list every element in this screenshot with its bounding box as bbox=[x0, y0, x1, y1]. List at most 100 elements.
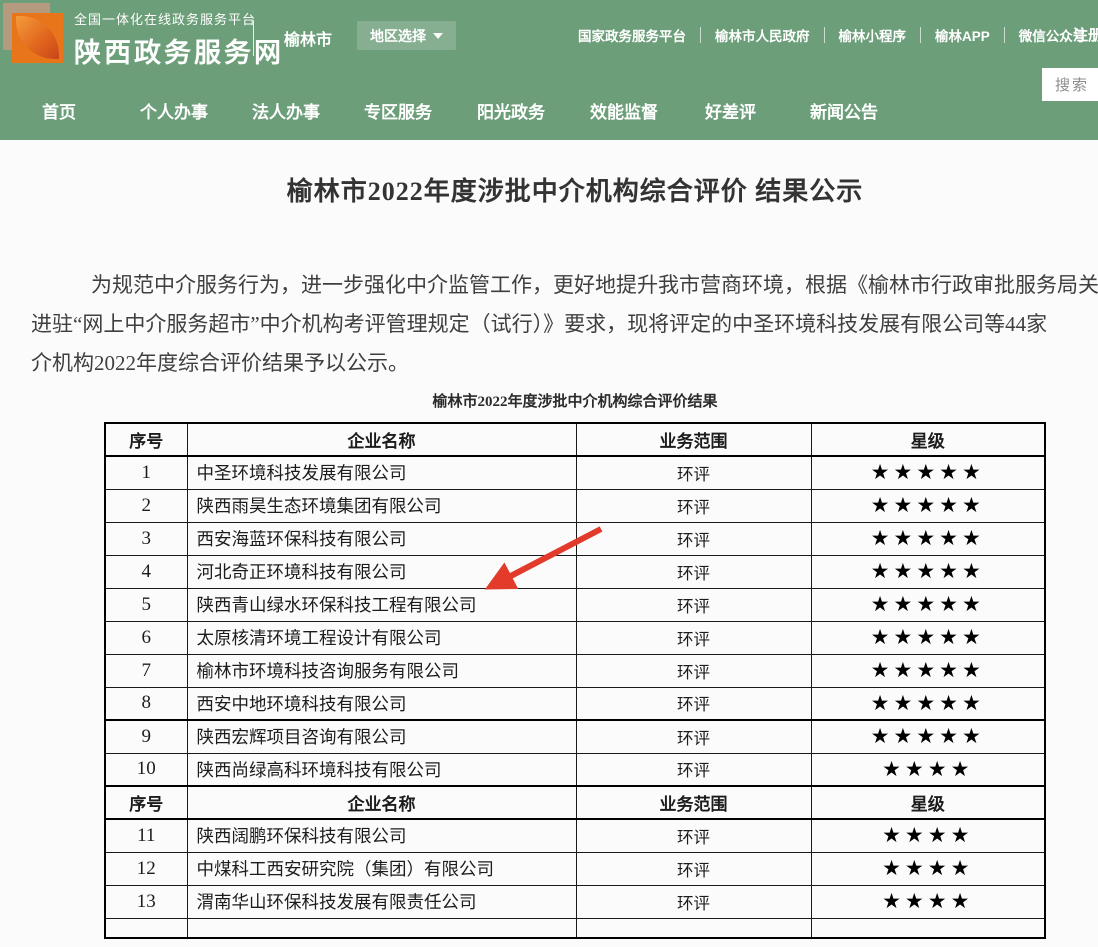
cell-no: 12 bbox=[105, 852, 187, 885]
col-header-name: 企业名称 bbox=[187, 786, 576, 819]
table-row: 6 太原核清环境工程设计有限公司 环评 ★★★★★ bbox=[105, 621, 1045, 654]
cell-company-name: 西安海蓝环保科技有限公司 bbox=[187, 522, 576, 555]
cell-scope bbox=[576, 918, 811, 938]
region-selector-label: 地区选择 bbox=[370, 26, 426, 46]
cell-no: 13 bbox=[105, 885, 187, 918]
nav-item-home[interactable]: 首页 bbox=[42, 98, 76, 123]
cell-star-rating: ★★★★★ bbox=[811, 687, 1045, 720]
evaluation-results-table: 序号 企业名称 业务范围 星级 1 中圣环境科技发展有限公司 环评 ★★★★★ … bbox=[104, 422, 1046, 939]
brand-divider bbox=[253, 20, 254, 56]
cell-scope: 环评 bbox=[576, 720, 811, 753]
col-header-scope: 业务范围 bbox=[576, 786, 811, 819]
cell-no: 1 bbox=[105, 456, 187, 489]
cell-company-name: 渭南华山环保科技发展有限责任公司 bbox=[187, 885, 576, 918]
page-title: 榆林市2022年度涉批中介机构综合评价 结果公示 bbox=[31, 174, 1098, 210]
region-selector-button[interactable]: 地区选择 bbox=[357, 21, 456, 50]
cell-company-name: 中煤科工西安研究院（集团）有限公司 bbox=[187, 852, 576, 885]
cell-star-rating: ★★★★★ bbox=[811, 588, 1045, 621]
col-header-scope: 业务范围 bbox=[576, 423, 811, 456]
cell-company-name: 陕西尚绿高科环境科技有限公司 bbox=[187, 753, 576, 786]
table-row: 13 渭南华山环保科技发展有限责任公司 环评 ★★★★ bbox=[105, 885, 1045, 918]
paragraph-line: 进驻“网上中介服务超市”中介机构考评管理规定（试行）》要求，现将评定的中圣环境科… bbox=[31, 305, 1098, 344]
nav-item-efficiency[interactable]: 效能监督 bbox=[590, 98, 658, 123]
nav-item-personal[interactable]: 个人办事 bbox=[140, 98, 208, 123]
cell-no bbox=[105, 918, 187, 938]
nav-item-news[interactable]: 新闻公告 bbox=[810, 98, 878, 123]
cell-company-name: 陕西雨昊生态环境集团有限公司 bbox=[187, 489, 576, 522]
search-button[interactable]: 搜索 bbox=[1042, 68, 1098, 101]
table-row: 7 榆林市环境科技咨询服务有限公司 环评 ★★★★★ bbox=[105, 654, 1045, 687]
cell-no: 8 bbox=[105, 687, 187, 720]
cell-no: 3 bbox=[105, 522, 187, 555]
table-row: 4 河北奇正环境科技有限公司 环评 ★★★★★ bbox=[105, 555, 1045, 588]
cell-scope: 环评 bbox=[576, 555, 811, 588]
paragraph-line: 介机构2022年度综合评价结果予以公示。 bbox=[31, 344, 1098, 383]
cell-company-name: 西安中地环境科技有限公司 bbox=[187, 687, 576, 720]
col-header-stars: 星级 bbox=[811, 786, 1045, 819]
chevron-down-icon bbox=[433, 33, 443, 39]
cell-no: 11 bbox=[105, 819, 187, 852]
cell-scope: 环评 bbox=[576, 885, 811, 918]
cell-no: 6 bbox=[105, 621, 187, 654]
link-separator bbox=[700, 27, 701, 43]
cell-company-name bbox=[187, 918, 576, 938]
table-row: 1 中圣环境科技发展有限公司 环评 ★★★★★ bbox=[105, 456, 1045, 489]
nav-item-special-zone[interactable]: 专区服务 bbox=[364, 98, 432, 123]
cell-star-rating: ★★★★ bbox=[811, 753, 1045, 786]
cell-no: 5 bbox=[105, 588, 187, 621]
announcement-document: 榆林市2022年度涉批中介机构综合评价 结果公示 为规范中介服务行为，进一步强化… bbox=[31, 174, 1098, 939]
cell-scope: 环评 bbox=[576, 456, 811, 489]
cell-star-rating: ★★★★ bbox=[811, 819, 1045, 852]
cell-star-rating: ★★★★★ bbox=[811, 621, 1045, 654]
cell-no: 9 bbox=[105, 720, 187, 753]
link-separator bbox=[824, 27, 825, 43]
nav-item-open-gov[interactable]: 阳光政务 bbox=[477, 98, 545, 123]
register-link[interactable]: 注册 bbox=[1073, 24, 1098, 45]
cell-scope: 环评 bbox=[576, 654, 811, 687]
nav-item-legal-person[interactable]: 法人办事 bbox=[252, 98, 320, 123]
cell-scope: 环评 bbox=[576, 687, 811, 720]
topbar: 全国一体化在线政务服务平台 陕西政务服务网 榆林市 地区选择 国家政务服务平台 … bbox=[0, 0, 1098, 80]
cell-star-rating: ★★★★ bbox=[811, 885, 1045, 918]
cell-star-rating: ★★★★★ bbox=[811, 720, 1045, 753]
table-header-row: 序号 企业名称 业务范围 星级 bbox=[105, 423, 1045, 456]
cell-star-rating: ★★★★ bbox=[811, 852, 1045, 885]
cell-scope: 环评 bbox=[576, 621, 811, 654]
cell-company-name: 陕西宏辉项目咨询有限公司 bbox=[187, 720, 576, 753]
table-row: 5 陕西青山绿水环保科技工程有限公司 环评 ★★★★★ bbox=[105, 588, 1045, 621]
table-row-partial bbox=[105, 918, 1045, 938]
cell-no: 7 bbox=[105, 654, 187, 687]
table-row: 8 西安中地环境科技有限公司 环评 ★★★★★ bbox=[105, 687, 1045, 720]
table-row: 12 中煤科工西安研究院（集团）有限公司 环评 ★★★★ bbox=[105, 852, 1045, 885]
cell-star-rating: ★★★★★ bbox=[811, 654, 1045, 687]
table-row: 10 陕西尚绿高科环境科技有限公司 环评 ★★★★ bbox=[105, 753, 1045, 786]
site-header: 全国一体化在线政务服务平台 陕西政务服务网 榆林市 地区选择 国家政务服务平台 … bbox=[0, 0, 1098, 140]
cell-no: 4 bbox=[105, 555, 187, 588]
cell-company-name: 河北奇正环境科技有限公司 bbox=[187, 555, 576, 588]
current-city-label: 榆林市 bbox=[284, 26, 332, 50]
cell-scope: 环评 bbox=[576, 852, 811, 885]
table-row: 2 陕西雨昊生态环境集团有限公司 环评 ★★★★★ bbox=[105, 489, 1045, 522]
cell-scope: 环评 bbox=[576, 819, 811, 852]
quick-links: 国家政务服务平台 榆林市人民政府 榆林小程序 榆林APP 微信公众号 bbox=[578, 25, 1086, 45]
cell-star-rating: ★★★★★ bbox=[811, 456, 1045, 489]
link-city-government[interactable]: 榆林市人民政府 bbox=[715, 25, 810, 45]
table-row: 9 陕西宏辉项目咨询有限公司 环评 ★★★★★ bbox=[105, 720, 1045, 753]
col-header-no: 序号 bbox=[105, 786, 187, 819]
nav-item-rating[interactable]: 好差评 bbox=[705, 98, 756, 123]
link-city-app[interactable]: 榆林APP bbox=[935, 25, 990, 45]
link-mini-program[interactable]: 榆林小程序 bbox=[839, 25, 907, 45]
main-nav: 首页 个人办事 法人办事 专区服务 阳光政务 效能监督 好差评 新闻公告 搜索 bbox=[0, 80, 1098, 140]
cell-company-name: 陕西青山绿水环保科技工程有限公司 bbox=[187, 588, 576, 621]
link-national-platform[interactable]: 国家政务服务平台 bbox=[578, 25, 686, 45]
cell-company-name: 陕西阔鹏环保科技有限公司 bbox=[187, 819, 576, 852]
col-header-stars: 星级 bbox=[811, 423, 1045, 456]
cell-scope: 环评 bbox=[576, 753, 811, 786]
table-caption: 榆林市2022年度涉批中介机构综合评价结果 bbox=[31, 391, 1098, 413]
cell-company-name: 榆林市环境科技咨询服务有限公司 bbox=[187, 654, 576, 687]
col-header-name: 企业名称 bbox=[187, 423, 576, 456]
cell-star-rating: ★★★★★ bbox=[811, 555, 1045, 588]
link-separator bbox=[920, 27, 921, 43]
col-header-no: 序号 bbox=[105, 423, 187, 456]
cell-no: 10 bbox=[105, 753, 187, 786]
